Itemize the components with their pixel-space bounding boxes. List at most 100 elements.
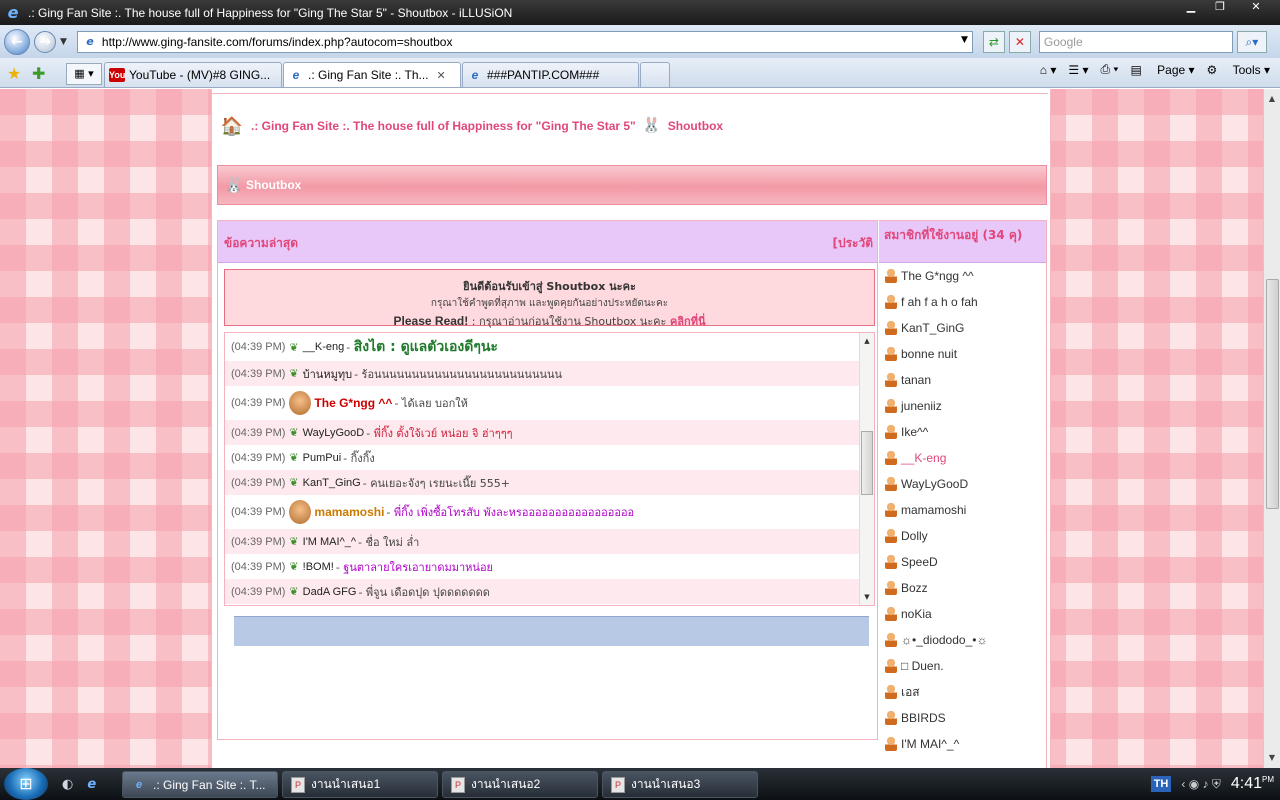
message-user[interactable]: __K-eng <box>303 341 345 353</box>
message-user[interactable]: PumPui <box>303 452 342 464</box>
member-name[interactable]: ☼•_diododo_•☼ <box>901 633 987 647</box>
member-name[interactable]: KanT_GinG <box>901 321 964 335</box>
member-name[interactable]: Ike^^ <box>901 425 928 439</box>
message-user[interactable]: mamamoshi <box>314 505 384 519</box>
page-menu[interactable]: ▤ Page ▾ <box>1130 63 1194 77</box>
member-name[interactable]: Dolly <box>901 529 928 543</box>
address-dropdown-icon[interactable]: ▼ <box>961 35 968 45</box>
minimize-button[interactable]: ▁ <box>1178 0 1204 14</box>
member-item[interactable]: Dolly <box>879 523 1046 549</box>
member-name[interactable]: juneniiz <box>901 399 942 413</box>
message-list[interactable]: (04:39 PM) ❦ __K-eng - สิงไต : ดูแลตัวเองด… <box>224 332 875 606</box>
home-icon[interactable]: 🏠 <box>217 115 247 137</box>
ie-icon[interactable]: e <box>87 777 96 792</box>
taskbar-item-presentation-1[interactable]: P งานนำเสนอ1 <box>282 771 438 798</box>
clock[interactable]: 4:41PM <box>1231 775 1274 793</box>
member-name[interactable]: noKia <box>901 607 932 621</box>
member-name[interactable]: WayLyGooD <box>901 477 968 491</box>
member-item[interactable]: f ah f a h o fah <box>879 289 1046 315</box>
feeds-button[interactable]: ☰ ▾ <box>1068 63 1088 77</box>
avatar[interactable] <box>289 500 312 524</box>
message-user[interactable]: I'M MAI^_^ <box>303 536 356 548</box>
member-name[interactable]: __K-eng <box>901 451 946 465</box>
member-item[interactable]: mamamoshi <box>879 497 1046 523</box>
member-name[interactable]: Bozz <box>901 581 928 595</box>
favorites-star-icon[interactable]: ★ <box>7 64 21 83</box>
member-item[interactable]: I'M MAI^_^ <box>879 731 1046 757</box>
tray-icons[interactable]: ‹ ◉ ♪ ⛨ <box>1181 777 1220 792</box>
scroll-up-icon[interactable]: ▲ <box>1264 91 1280 107</box>
click-here-link[interactable]: คลิกที่นี่ <box>670 315 706 328</box>
message-user[interactable]: !BOM! <box>303 561 334 573</box>
tab-pantip[interactable]: e ###PANTIP.COM### <box>462 62 639 87</box>
back-button[interactable]: ← <box>4 28 30 55</box>
tools-menu[interactable]: ⚙ Tools ▾ <box>1207 63 1270 77</box>
member-item[interactable]: Ike^^ <box>879 419 1046 445</box>
quick-launch-icon[interactable]: ◐ <box>62 777 73 792</box>
breadcrumb-section-link[interactable]: Shoutbox <box>668 119 723 133</box>
breadcrumb-site-link[interactable]: .: Ging Fan Site :. The house full of Ha… <box>251 119 636 133</box>
member-item[interactable]: The G*ngg ^^ <box>879 263 1046 289</box>
scroll-down-icon[interactable]: ▼ <box>860 590 874 604</box>
member-name[interactable]: I'M MAI^_^ <box>901 737 959 751</box>
member-item[interactable]: SpeeD <box>879 549 1046 575</box>
member-item[interactable]: bonne nuit <box>879 341 1046 367</box>
member-name[interactable]: BBIRDS <box>901 711 946 725</box>
maximize-button[interactable]: ❐ <box>1207 0 1233 14</box>
member-name[interactable]: เอส <box>901 683 920 702</box>
message-user[interactable]: บ้านหมูทุบ <box>303 365 352 383</box>
stop-button[interactable]: ✕ <box>1008 30 1031 53</box>
scroll-up-icon[interactable]: ▲ <box>860 334 874 348</box>
avatar[interactable] <box>289 391 312 415</box>
url-text[interactable]: http://www.ging-fansite.com/forums/index… <box>102 35 453 49</box>
search-input[interactable]: Google <box>1038 30 1233 53</box>
scroll-thumb[interactable] <box>1266 279 1279 509</box>
history-dropdown[interactable]: ▼ <box>60 37 67 47</box>
message-user[interactable]: KanT_GinG <box>303 477 361 489</box>
tab-ging-fansite[interactable]: e .: Ging Fan Site :. Th... ✕ <box>283 62 461 87</box>
member-item[interactable]: BBIRDS <box>879 705 1046 731</box>
history-link[interactable]: [ประวัติ <box>832 234 873 253</box>
message-scrollbar[interactable]: ▲ ▼ <box>859 333 874 605</box>
taskbar-item-presentation-2[interactable]: P งานนำเสนอ2 <box>442 771 598 798</box>
refresh-button[interactable]: ⇄ <box>982 30 1005 53</box>
member-name[interactable]: f ah f a h o fah <box>901 295 978 309</box>
home-button[interactable]: ⌂ ▾ <box>1040 63 1057 77</box>
quick-tabs-button[interactable]: ▦ ▾ <box>66 63 102 85</box>
tab-youtube[interactable]: You YouTube - (MV)#8 GING... <box>104 62 282 87</box>
member-name[interactable]: mamamoshi <box>901 503 966 517</box>
search-button[interactable]: ⌕▾ <box>1236 30 1267 53</box>
taskbar-item-browser[interactable]: e .: Ging Fan Site :. T... <box>122 771 278 798</box>
shout-input-toolbar[interactable] <box>234 616 869 646</box>
member-item[interactable]: tanan <box>879 367 1046 393</box>
print-button[interactable]: ⎙ ▾ <box>1100 62 1118 77</box>
forward-button[interactable]: → <box>34 30 56 53</box>
page-scrollbar[interactable]: ▲ ▼ <box>1263 89 1280 768</box>
address-field[interactable]: e http://www.ging-fansite.com/forums/ind… <box>76 30 973 53</box>
member-item[interactable]: __K-eng <box>879 445 1046 471</box>
member-item[interactable]: KanT_GinG <box>879 315 1046 341</box>
member-name[interactable]: The G*ngg ^^ <box>901 269 974 283</box>
member-item[interactable]: WayLyGooD <box>879 471 1046 497</box>
member-name[interactable]: tanan <box>901 373 931 387</box>
add-favorite-icon[interactable]: ✚ <box>32 64 45 83</box>
member-name[interactable]: □ Duen. <box>901 659 944 673</box>
message-user[interactable]: WayLyGooD <box>303 427 365 439</box>
member-name[interactable]: bonne nuit <box>901 347 957 361</box>
member-item[interactable]: noKia <box>879 601 1046 627</box>
windows-start-icon[interactable]: ⊞ <box>4 768 48 800</box>
close-window-button[interactable]: ✕ <box>1236 0 1276 14</box>
taskbar-item-presentation-3[interactable]: P งานนำเสนอ3 <box>602 771 758 798</box>
new-tab-button[interactable] <box>640 62 670 87</box>
member-item[interactable]: Bozz <box>879 575 1046 601</box>
language-indicator[interactable]: TH <box>1150 776 1172 792</box>
scroll-thumb[interactable] <box>861 431 873 495</box>
member-item[interactable]: juneniiz <box>879 393 1046 419</box>
message-user[interactable]: The G*ngg ^^ <box>314 396 392 410</box>
member-item[interactable]: □ Duen. <box>879 653 1046 679</box>
member-item[interactable]: เอส <box>879 679 1046 705</box>
member-item[interactable]: ☼•_diododo_•☼ <box>879 627 1046 653</box>
member-name[interactable]: SpeeD <box>901 555 938 569</box>
scroll-down-icon[interactable]: ▼ <box>1264 750 1280 766</box>
message-user[interactable]: DadA GFG <box>303 586 357 598</box>
